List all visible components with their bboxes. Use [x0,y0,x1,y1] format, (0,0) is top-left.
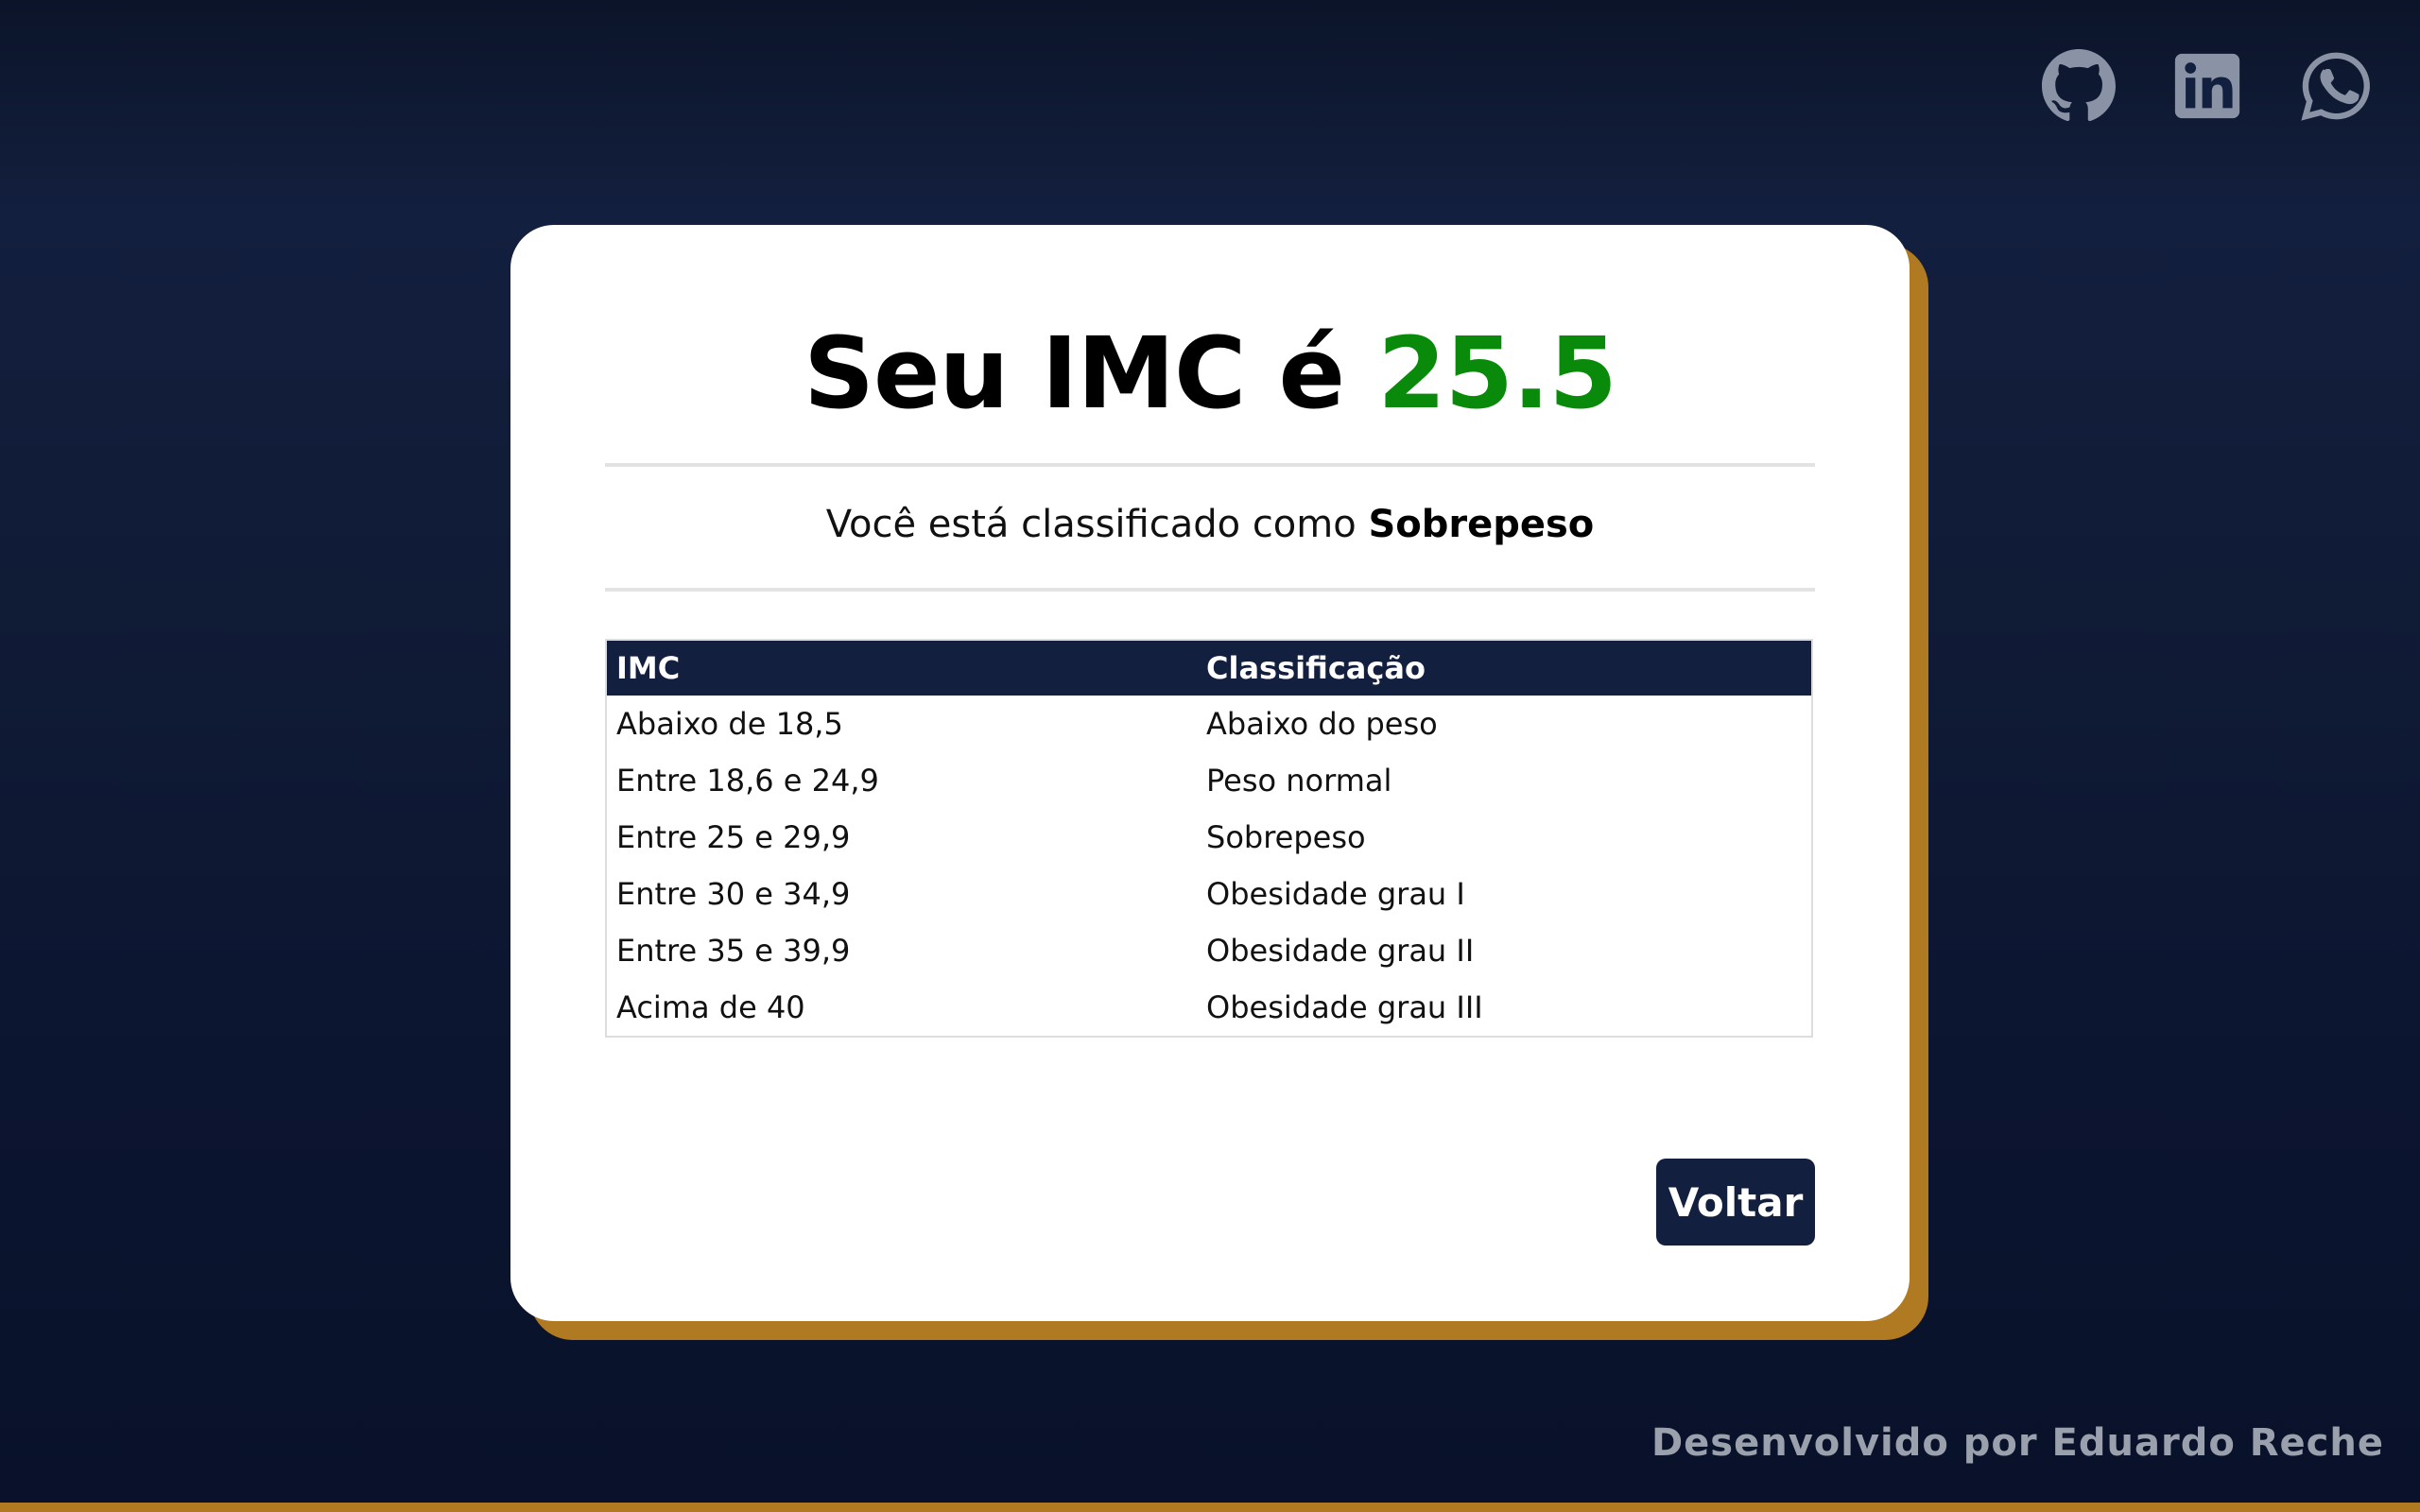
result-card-container: Seu IMC é 25.5 Você está classificado co… [510,225,1928,1340]
imc-title-prefix: Seu IMC é [804,316,1345,431]
linkedin-icon[interactable] [2170,49,2244,123]
classification-cell: Obesidade grau III [1206,989,1483,1025]
social-links [2042,49,2373,123]
imc-range-cell: Entre 30 e 34,9 [616,876,851,912]
classification-cell: Obesidade grau II [1206,933,1475,969]
table-row: Acima de 40 Obesidade grau III [607,979,1811,1036]
imc-range-cell: Acima de 40 [616,989,805,1025]
imc-result-title: Seu IMC é 25.5 [510,319,1910,427]
classification-cell: Obesidade grau I [1206,876,1465,912]
whatsapp-icon[interactable] [2299,49,2373,123]
table-row: Abaixo de 18,5 Abaixo do peso [607,696,1811,752]
imc-range-cell: Entre 18,6 e 24,9 [616,763,879,799]
column-header-classification: Classificação [1206,650,1426,686]
result-card: Seu IMC é 25.5 Você está classificado co… [510,225,1910,1321]
classification-cell: Sobrepeso [1206,819,1366,855]
imc-range-cell: Entre 35 e 39,9 [616,933,851,969]
column-header-imc: IMC [616,650,681,686]
back-button[interactable]: Voltar [1656,1159,1815,1246]
table-row: Entre 25 e 29,9 Sobrepeso [607,809,1811,866]
footer-credit: Desenvolvido por Eduardo Reche [1651,1421,2384,1465]
divider [605,588,1815,592]
classification-prefix: Você está classificado como [825,503,1357,546]
classification-value: Sobrepeso [1368,503,1595,546]
table-row: Entre 18,6 e 24,9 Peso normal [607,752,1811,809]
imc-range-cell: Entre 25 e 29,9 [616,819,851,855]
classification-cell: Abaixo do peso [1206,706,1438,742]
imc-range-cell: Abaixo de 18,5 [616,706,843,742]
bottom-accent-bar [0,1503,2420,1512]
table-row: Entre 30 e 34,9 Obesidade grau I [607,866,1811,922]
divider [605,463,1815,467]
github-icon[interactable] [2042,49,2116,123]
imc-table: IMC Classificação Abaixo de 18,5 Abaixo … [605,639,1813,1038]
table-header-row: IMC Classificação [607,641,1811,696]
imc-value: 25.5 [1377,316,1617,431]
classification-text: Você está classificado como Sobrepeso [510,503,1910,546]
classification-cell: Peso normal [1206,763,1392,799]
table-row: Entre 35 e 39,9 Obesidade grau II [607,922,1811,979]
